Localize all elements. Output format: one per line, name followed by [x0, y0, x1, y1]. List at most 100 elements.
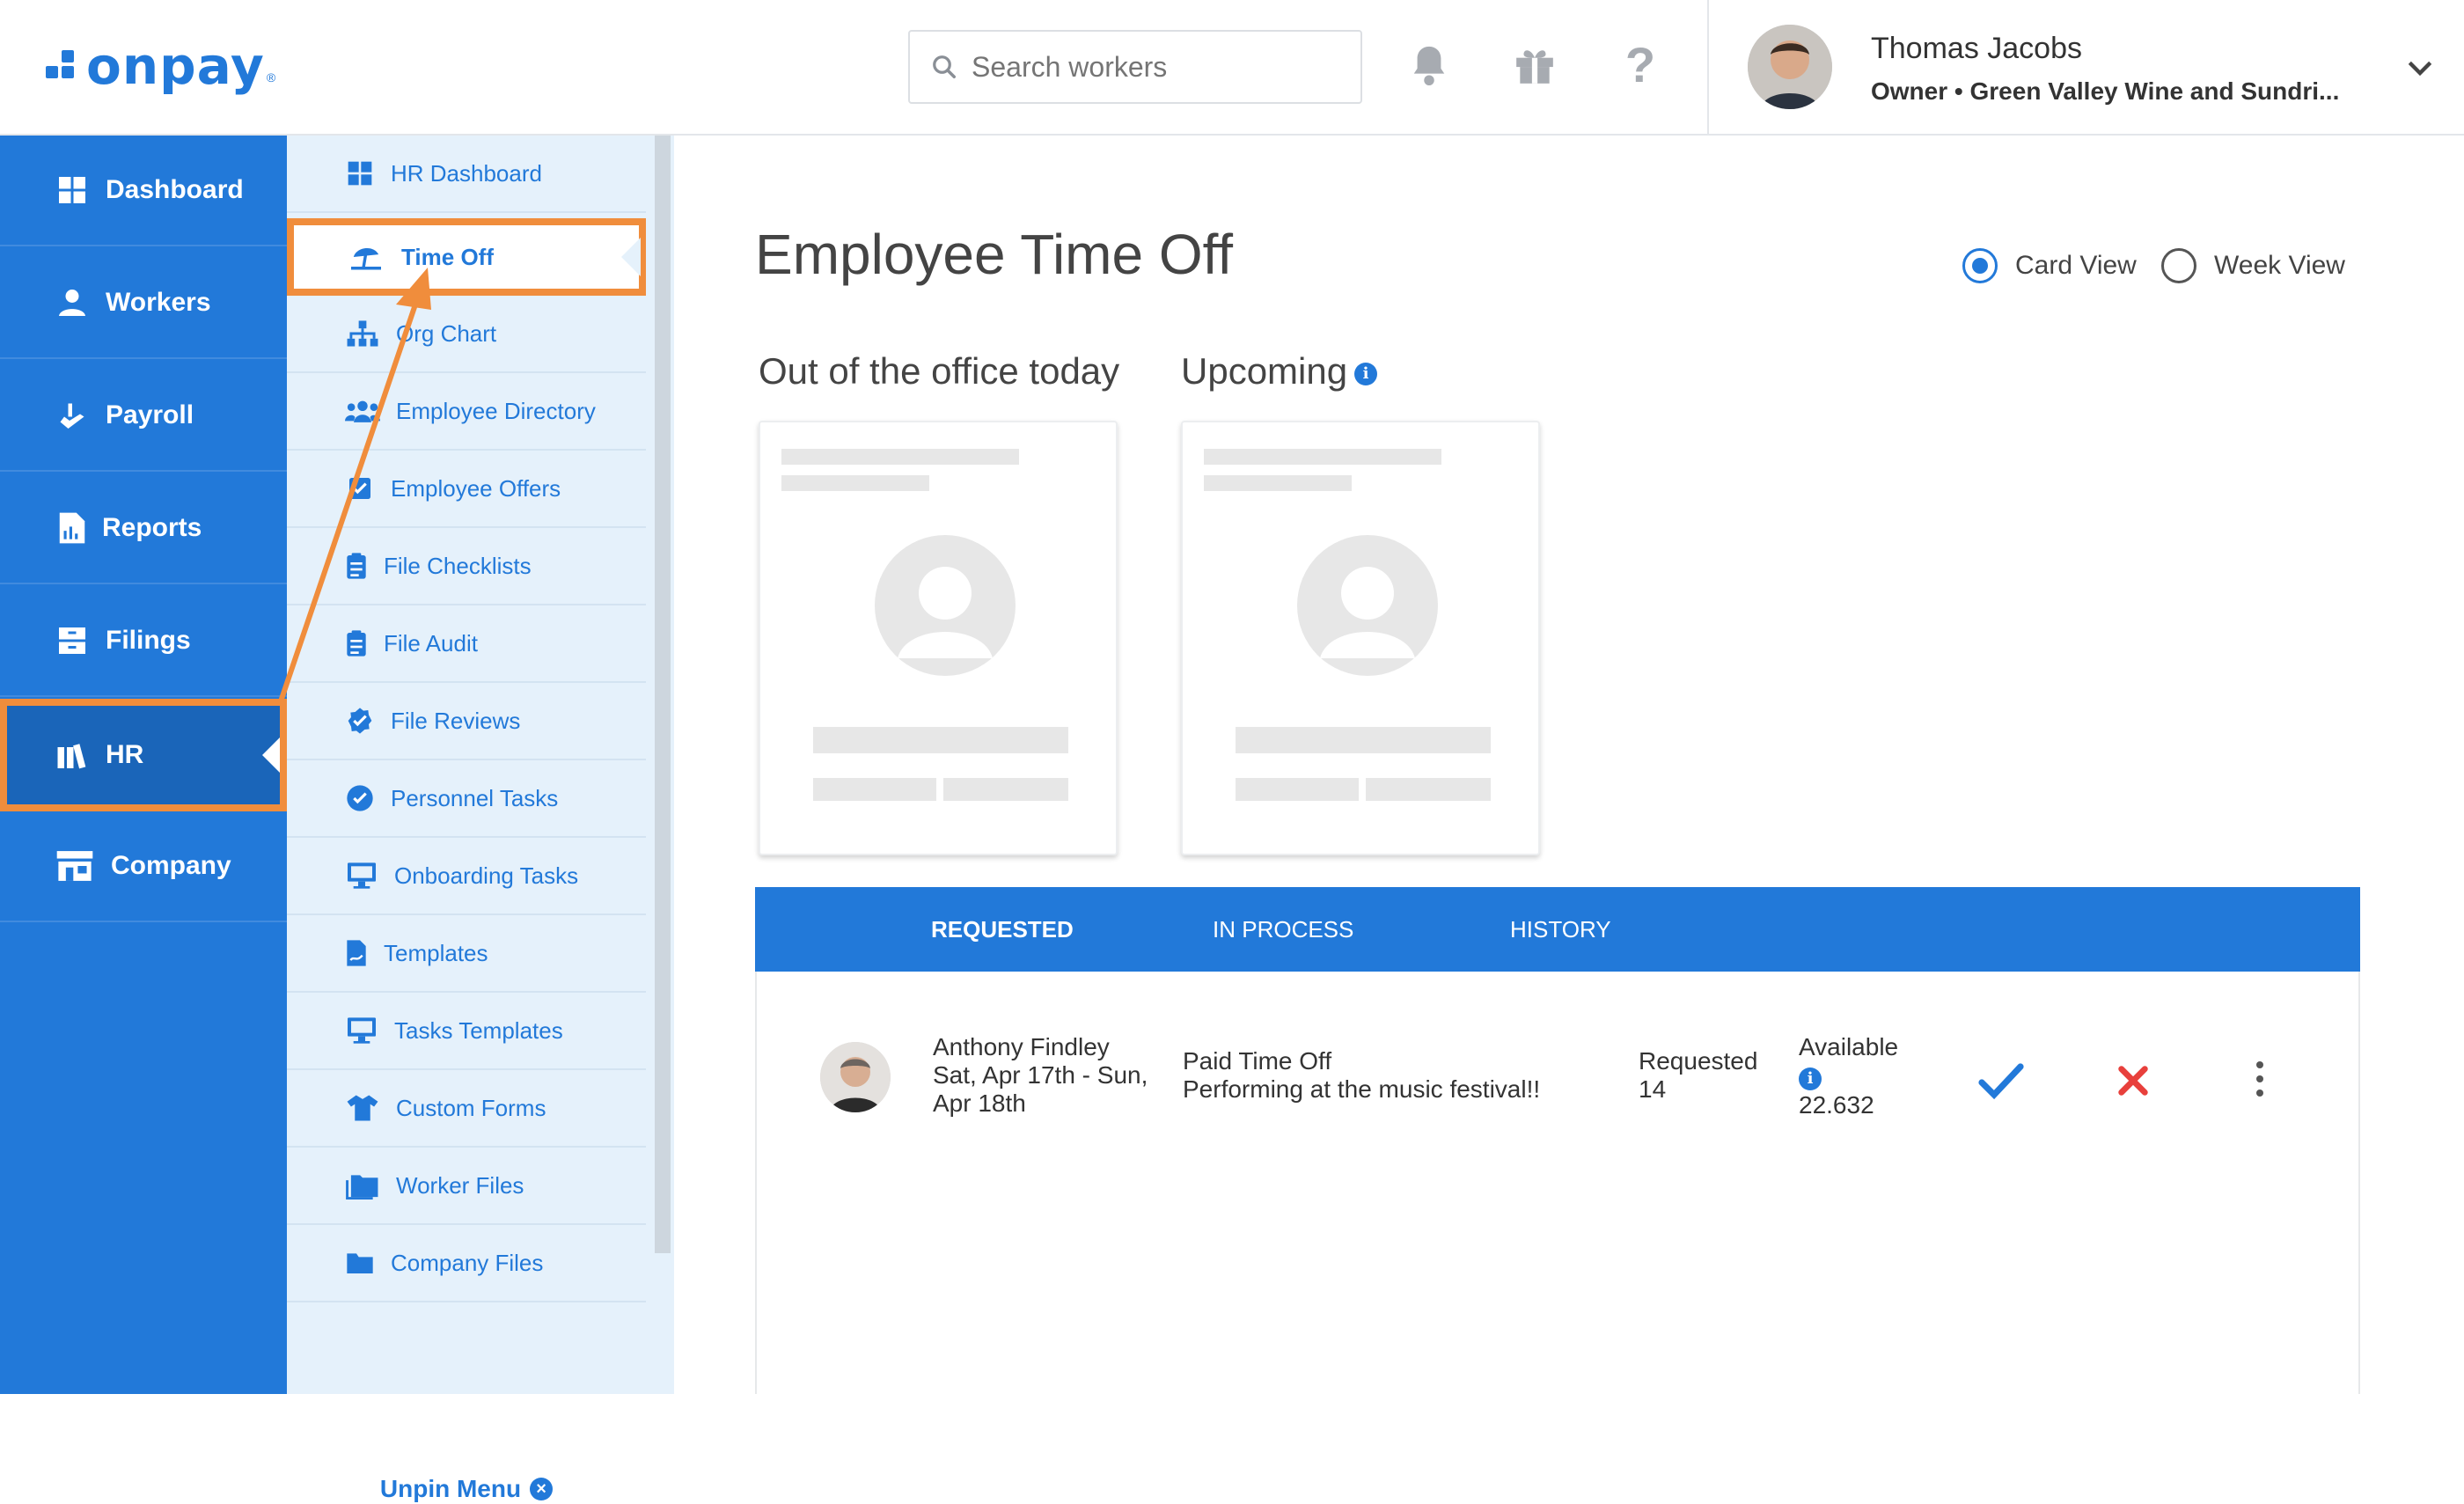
reports-icon: [55, 510, 90, 546]
monitor-icon: [345, 1016, 378, 1045]
submenu-item-time-off[interactable]: Time Off: [287, 218, 646, 296]
hr-submenu: HR Dashboard Time Off Org Chart Employee…: [287, 136, 674, 1502]
submenu-item-label: Custom Forms: [396, 1094, 546, 1121]
submenu-item-label: Time Off: [401, 243, 494, 270]
search-box[interactable]: [908, 30, 1362, 104]
submenu-item-company-files[interactable]: Company Files: [287, 1225, 646, 1302]
placeholder-line: [943, 778, 1068, 801]
tab-history[interactable]: History: [1510, 887, 1611, 972]
submenu-item-label: Employee Directory: [396, 397, 596, 424]
collapse-button[interactable]: ◂Collapse: [0, 1477, 287, 1504]
logo-text: onpay: [86, 36, 265, 96]
info-icon[interactable]: i: [1354, 362, 1378, 385]
sidebar-item-company[interactable]: Company: [0, 811, 287, 922]
upcoming-label: Upcoming: [1181, 350, 1348, 392]
submenu-item-employee-offers[interactable]: Employee Offers: [287, 451, 646, 528]
onpay-logo[interactable]: onpay ®: [46, 35, 275, 97]
sidebar-item-label: Payroll: [106, 400, 194, 429]
approve-check-icon[interactable]: [1976, 1056, 2026, 1105]
tab-requested[interactable]: Requested: [931, 887, 1074, 972]
placeholder-line: [1236, 727, 1491, 753]
unpin-menu-button[interactable]: Unpin Menu ×: [287, 1475, 646, 1503]
search-input[interactable]: [972, 50, 1341, 84]
sidebar-item-workers[interactable]: Workers: [0, 248, 287, 359]
company-icon: [55, 848, 95, 884]
bell-icon[interactable]: [1404, 40, 1454, 90]
submenu-item-onboarding-tasks[interactable]: Onboarding Tasks: [287, 838, 646, 915]
submenu-item-worker-files[interactable]: Worker Files: [287, 1148, 646, 1225]
collapse-label: Collapse: [104, 1477, 194, 1503]
shirt-icon: [345, 1093, 380, 1123]
help-icon[interactable]: ?: [1616, 40, 1665, 90]
help-glyph: ?: [1624, 37, 1656, 92]
logo-dots-icon: [46, 48, 81, 84]
available-value: 22.632: [1799, 1091, 1874, 1119]
tab-in-process[interactable]: In Process: [1213, 887, 1353, 972]
gift-icon[interactable]: [1510, 40, 1559, 90]
hr-icon: [55, 737, 90, 773]
payroll-icon: [55, 398, 90, 433]
people-icon: [345, 396, 380, 426]
submenu-item-label: Worker Files: [396, 1171, 524, 1199]
active-indicator: [262, 737, 280, 773]
clipboard-icon: [345, 628, 368, 658]
placeholder-line: [813, 727, 1068, 753]
sidebar-item-filings[interactable]: Filings: [0, 586, 287, 697]
available-info[interactable]: i: [1799, 1063, 1822, 1091]
offer-icon: [345, 473, 375, 503]
submenu-item-tasks-templates[interactable]: Tasks Templates: [287, 993, 646, 1070]
submenu-item-file-audit[interactable]: File Audit: [287, 605, 646, 683]
submenu-item-label: Employee Offers: [391, 474, 561, 502]
week-view-radio[interactable]: Week View: [2161, 248, 2345, 283]
document-icon: [345, 938, 368, 968]
card-view-label: Card View: [2015, 251, 2137, 280]
submenu-item-label: Onboarding Tasks: [394, 862, 579, 889]
time-off-type: Paid Time Off: [1183, 1047, 1332, 1075]
submenu-item-custom-forms[interactable]: Custom Forms: [287, 1070, 646, 1148]
employee-avatar: [820, 1042, 891, 1112]
user-avatar[interactable]: [1748, 25, 1832, 109]
submenu-item-hr-dashboard[interactable]: HR Dashboard: [287, 136, 646, 213]
upcoming-title: Upcoming i: [1181, 350, 1378, 393]
submenu-item-label: Tasks Templates: [394, 1016, 563, 1044]
org-chart-icon: [345, 319, 380, 348]
submenu-item-org-chart[interactable]: Org Chart: [287, 296, 646, 373]
submenu-scrollbar[interactable]: [655, 136, 671, 1253]
submenu-item-templates[interactable]: Templates: [287, 915, 646, 993]
umbrella-icon: [347, 242, 385, 272]
submenu-item-file-checklists[interactable]: File Checklists: [287, 528, 646, 605]
placeholder-line: [1366, 778, 1491, 801]
sidebar-item-reports[interactable]: Reports: [0, 473, 287, 584]
sidebar-item-label: HR: [106, 740, 144, 769]
submenu-item-file-reviews[interactable]: File Reviews: [287, 683, 646, 760]
chevron-down-icon[interactable]: [2402, 51, 2438, 86]
submenu-item-label: Templates: [384, 939, 488, 966]
card-view-radio[interactable]: Card View: [1962, 248, 2137, 283]
sidebar-item-hr[interactable]: HR: [0, 699, 287, 811]
close-circle-icon: ×: [530, 1478, 554, 1500]
placeholder-avatar-icon: [1297, 535, 1438, 676]
placeholder-line: [1204, 449, 1441, 465]
monitor-icon: [345, 861, 378, 891]
folder-icon: [345, 1248, 375, 1278]
top-header: onpay ® ? Thomas Jacobs Owner • Green Va…: [0, 0, 2464, 136]
submenu-item-personnel-tasks[interactable]: Personnel Tasks: [287, 760, 646, 838]
radio-unselected-icon[interactable]: [2161, 248, 2196, 283]
grid-icon: [345, 158, 375, 188]
deny-x-icon[interactable]: [2112, 1060, 2154, 1102]
primary-sidebar: Dashboard Workers Payroll Reports Filing…: [0, 136, 287, 1503]
time-off-note: Performing at the music festival!!: [1183, 1075, 1541, 1103]
submenu-item-label: Personnel Tasks: [391, 784, 559, 811]
placeholder-card-today: [759, 421, 1118, 855]
placeholder-line: [1204, 475, 1352, 491]
user-name: Thomas Jacobs: [1871, 32, 2082, 65]
info-icon[interactable]: i: [1799, 1067, 1822, 1090]
submenu-item-employee-directory[interactable]: Employee Directory: [287, 373, 646, 451]
sidebar-item-dashboard[interactable]: Dashboard: [0, 136, 287, 246]
more-options-icon[interactable]: [2242, 1051, 2277, 1107]
folders-icon: [345, 1170, 380, 1200]
submenu-item-label: File Audit: [384, 629, 478, 657]
sidebar-item-payroll[interactable]: Payroll: [0, 361, 287, 472]
radio-selected-icon[interactable]: [1962, 248, 1998, 283]
header-divider: [1707, 0, 1709, 136]
